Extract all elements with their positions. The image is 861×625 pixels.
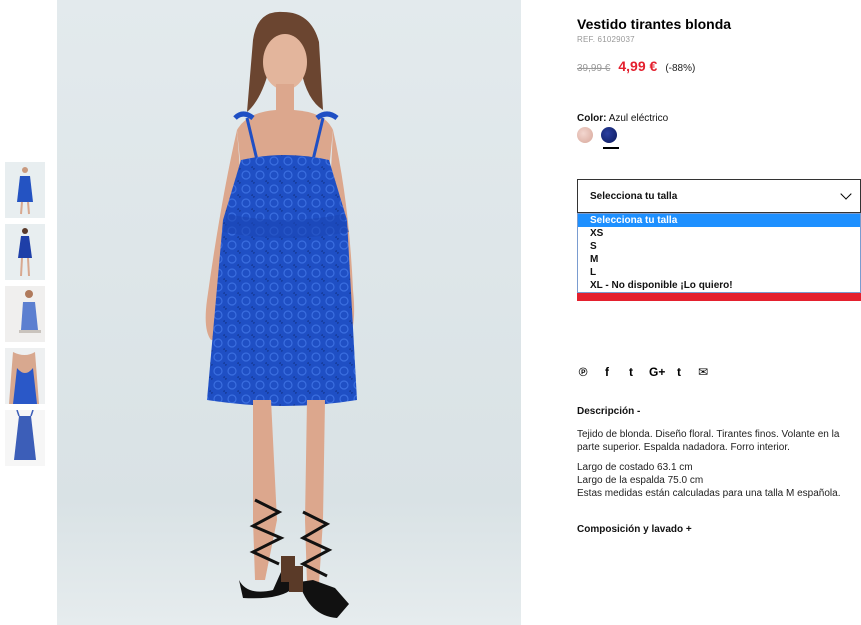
size-select-label: Selecciona tu talla [590,190,678,202]
color-swatch-electric-blue[interactable] [601,127,617,143]
color-label-row: Color: Azul eléctrico [577,113,668,124]
description-text: Tejido de blonda. Diseño floral. Tirante… [577,429,840,453]
thumbnail-1[interactable] [5,162,45,218]
color-label: Color: [577,113,607,124]
pinterest-icon[interactable]: ℗ [577,365,589,379]
measurements: Largo de costado 63.1 cm Largo de la esp… [577,461,861,500]
thumbnail-5[interactable] [5,410,45,466]
sale-price: 4,99 € [618,58,658,74]
google-plus-icon[interactable]: G+ [649,365,665,379]
composition-toggle[interactable]: Composición y lavado + [577,524,692,535]
color-swatches [577,127,617,143]
tumblr-icon[interactable]: t [673,365,685,379]
email-icon[interactable]: ✉ [697,365,709,379]
color-swatch-pink[interactable] [577,127,593,143]
measure-side-length: Largo de costado 63.1 cm [577,462,693,473]
facebook-icon[interactable]: f [601,365,613,379]
size-option-l[interactable]: L [578,266,860,279]
size-option-xl-unavailable[interactable]: XL - No disponible ¡Lo quiero! [578,279,860,292]
color-value: Azul eléctrico [608,113,669,124]
measure-back-length: Largo de la espalda 75.0 cm [577,475,704,486]
thumbnail-4[interactable] [5,348,45,404]
thumbnail-3[interactable] [5,286,45,342]
size-select[interactable]: Selecciona tu talla [577,179,861,213]
add-to-bag-button[interactable] [577,293,861,301]
size-option-m[interactable]: M [578,253,860,266]
selected-swatch-indicator [603,147,619,149]
thumbnail-1-image [5,162,45,218]
twitter-icon[interactable]: t [625,365,637,379]
thumbnail-strip [5,162,45,472]
old-price: 39,99 € [577,63,611,74]
size-option-xs[interactable]: XS [578,227,860,240]
model-wearing-dress-illustration [57,0,521,625]
product-title: Vestido tirantes blonda [577,16,732,32]
measure-note: Estas medidas están calculadas para una … [577,488,841,499]
thumbnail-2[interactable] [5,224,45,280]
social-share-bar: ℗ f t G+ t ✉ [577,365,709,379]
price-row: 39,99 € 4,99 € (-88%) [577,58,695,74]
size-option-placeholder[interactable]: Selecciona tu talla [578,214,860,227]
product-reference: REF. 61029037 [577,35,635,44]
description-toggle[interactable]: Descripción - [577,406,640,417]
thumbnail-4-image [5,348,45,404]
chevron-down-icon [840,188,852,200]
main-product-image[interactable] [57,0,521,625]
thumbnail-3-image [5,286,45,342]
size-dropdown-list: Selecciona tu talla XS S M L XL - No dis… [577,213,861,293]
thumbnail-5-image [5,410,45,466]
discount-badge: (-88%) [665,63,696,74]
size-option-s[interactable]: S [578,240,860,253]
thumbnail-2-image [5,224,45,280]
